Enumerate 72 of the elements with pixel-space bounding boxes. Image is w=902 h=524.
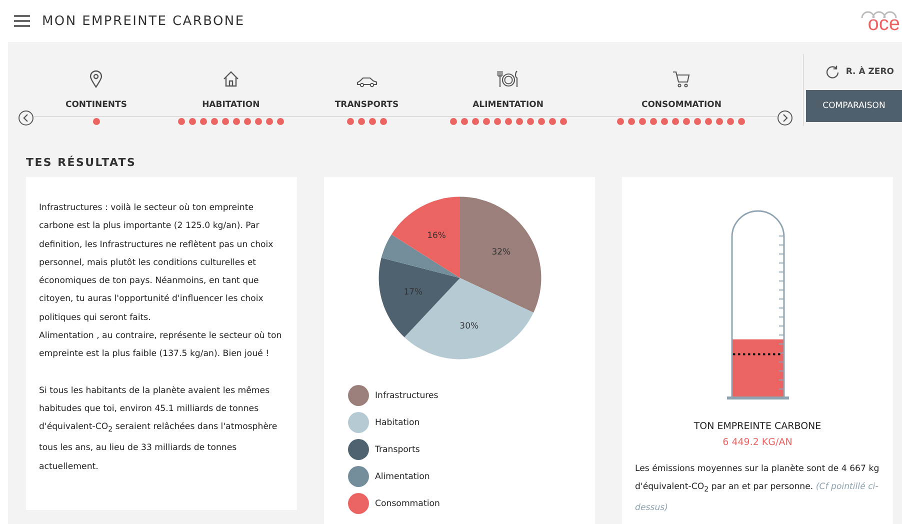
progress-dot[interactable] (617, 118, 624, 124)
summary-paragraph: Alimentation , au contraire, représente le secteur où ton empreinte est la plus faible (137.5 kg/an). Bien joué ! (39, 330, 283, 362)
progress-dot[interactable] (727, 118, 734, 124)
slice-label: 32% (491, 248, 510, 258)
comparison-button[interactable]: COMPARAISON (806, 90, 902, 122)
slice-label: 17% (403, 287, 422, 298)
progress-dot[interactable] (210, 118, 218, 124)
footprint-label: TON EMPREINTE CARBONE (694, 421, 822, 432)
progress-dot[interactable] (450, 118, 457, 124)
progress-dot[interactable] (92, 118, 100, 124)
progress-dot[interactable] (694, 118, 702, 124)
progress-dot[interactable] (222, 118, 229, 124)
next-button[interactable] (777, 110, 793, 126)
summary-paragraph: Si tous les habitants de la planète avaient les mêmes habitudes que toi, environ 45.1 milliards de tonnes d'équivalent-CO$_{2}$ seraient relâchées dans l'atmosphère tous les ans, au lieu de 33 milliards de tonnes actuellement. (39, 384, 278, 474)
progress-dot[interactable] (266, 118, 273, 124)
progress-dot[interactable] (672, 118, 680, 124)
progress-dot[interactable] (639, 118, 646, 124)
legend-label: Infrastructures (375, 390, 438, 400)
progress-dot[interactable] (705, 118, 712, 124)
progress-dot[interactable] (560, 118, 567, 124)
previous-button[interactable] (18, 110, 34, 126)
progress-dot[interactable] (188, 118, 196, 124)
refresh-icon (824, 64, 840, 80)
progress-dot[interactable] (232, 118, 240, 124)
progress-dot[interactable] (368, 118, 376, 124)
progress-dot[interactable] (276, 118, 284, 124)
footprint-value: 6 449.2 KG/AN (722, 437, 792, 448)
progress-dot[interactable] (716, 118, 724, 124)
slice-label: 30% (459, 322, 478, 332)
category-tab[interactable]: CONTINENTS (65, 100, 127, 110)
progress-dot[interactable] (504, 118, 512, 124)
location-pin-icon (89, 70, 104, 88)
section-title: TES RÉSULTATS (26, 156, 138, 169)
slice-label: 16% (426, 231, 446, 242)
legend-label: Habitation (375, 418, 420, 428)
progress-dot[interactable] (346, 118, 354, 124)
progress-dot[interactable] (538, 118, 545, 124)
progress-dot[interactable] (460, 118, 468, 124)
average-text: Les émissions moyennes sur la planète sont de 4 667 kg d'équivalent-CO$_{2}$ par an et par personne. (Cf pointillé ci-dessus) (635, 463, 880, 515)
progress-dot[interactable] (254, 118, 262, 124)
category-tab[interactable]: TRANSPORTS (334, 100, 399, 110)
progress-dot[interactable] (482, 118, 490, 124)
progress-dot[interactable] (516, 118, 523, 124)
progress-dot[interactable] (683, 118, 690, 124)
legend-label: Alimentation (375, 472, 430, 482)
progress-dot[interactable] (661, 118, 668, 124)
progress-dot[interactable] (738, 118, 746, 124)
category-tab[interactable]: HABITATION (202, 100, 260, 110)
progress-dot[interactable] (628, 118, 636, 124)
progress-dot[interactable] (526, 118, 534, 124)
legend-label: Transports (375, 444, 420, 454)
progress-dot[interactable] (200, 118, 207, 124)
category-tab[interactable]: ALIMENTATION (472, 100, 544, 110)
house-icon (222, 70, 240, 88)
progress-dot[interactable] (358, 118, 365, 124)
plate-and-cutlery-icon (496, 70, 520, 88)
progress-dot[interactable] (472, 118, 479, 124)
page-title: MON EMPREINTE CARBONE (42, 14, 245, 28)
legend-label: Consommation (375, 498, 440, 508)
progress-dot[interactable] (380, 118, 387, 124)
shopping-cart-icon (672, 71, 690, 88)
menu-icon[interactable] (14, 15, 30, 27)
car-icon (356, 76, 378, 88)
logo: oce (860, 8, 900, 34)
reset-button[interactable]: R. À ZERO (824, 64, 902, 80)
summary-paragraph: Infrastructures : voilà le secteur où ton empreinte carbone est la plus importante (2 125.0 kg/an). Par definition, les Infrastructures ne reflètent pas un choix personnel, mais plutôt les conditions culturelles et économiques de ton pays. Néanmoins, en tant que citoyen, tu auras l'opportunité d'influencer les choix politiques qui seront faits. (39, 202, 274, 325)
progress-dot[interactable] (178, 118, 185, 124)
category-tab[interactable]: CONSOMMATION (641, 100, 722, 110)
progress-dot[interactable] (494, 118, 501, 124)
progress-dot[interactable] (650, 118, 658, 124)
progress-dot[interactable] (548, 118, 556, 124)
progress-dot[interactable] (244, 118, 251, 124)
